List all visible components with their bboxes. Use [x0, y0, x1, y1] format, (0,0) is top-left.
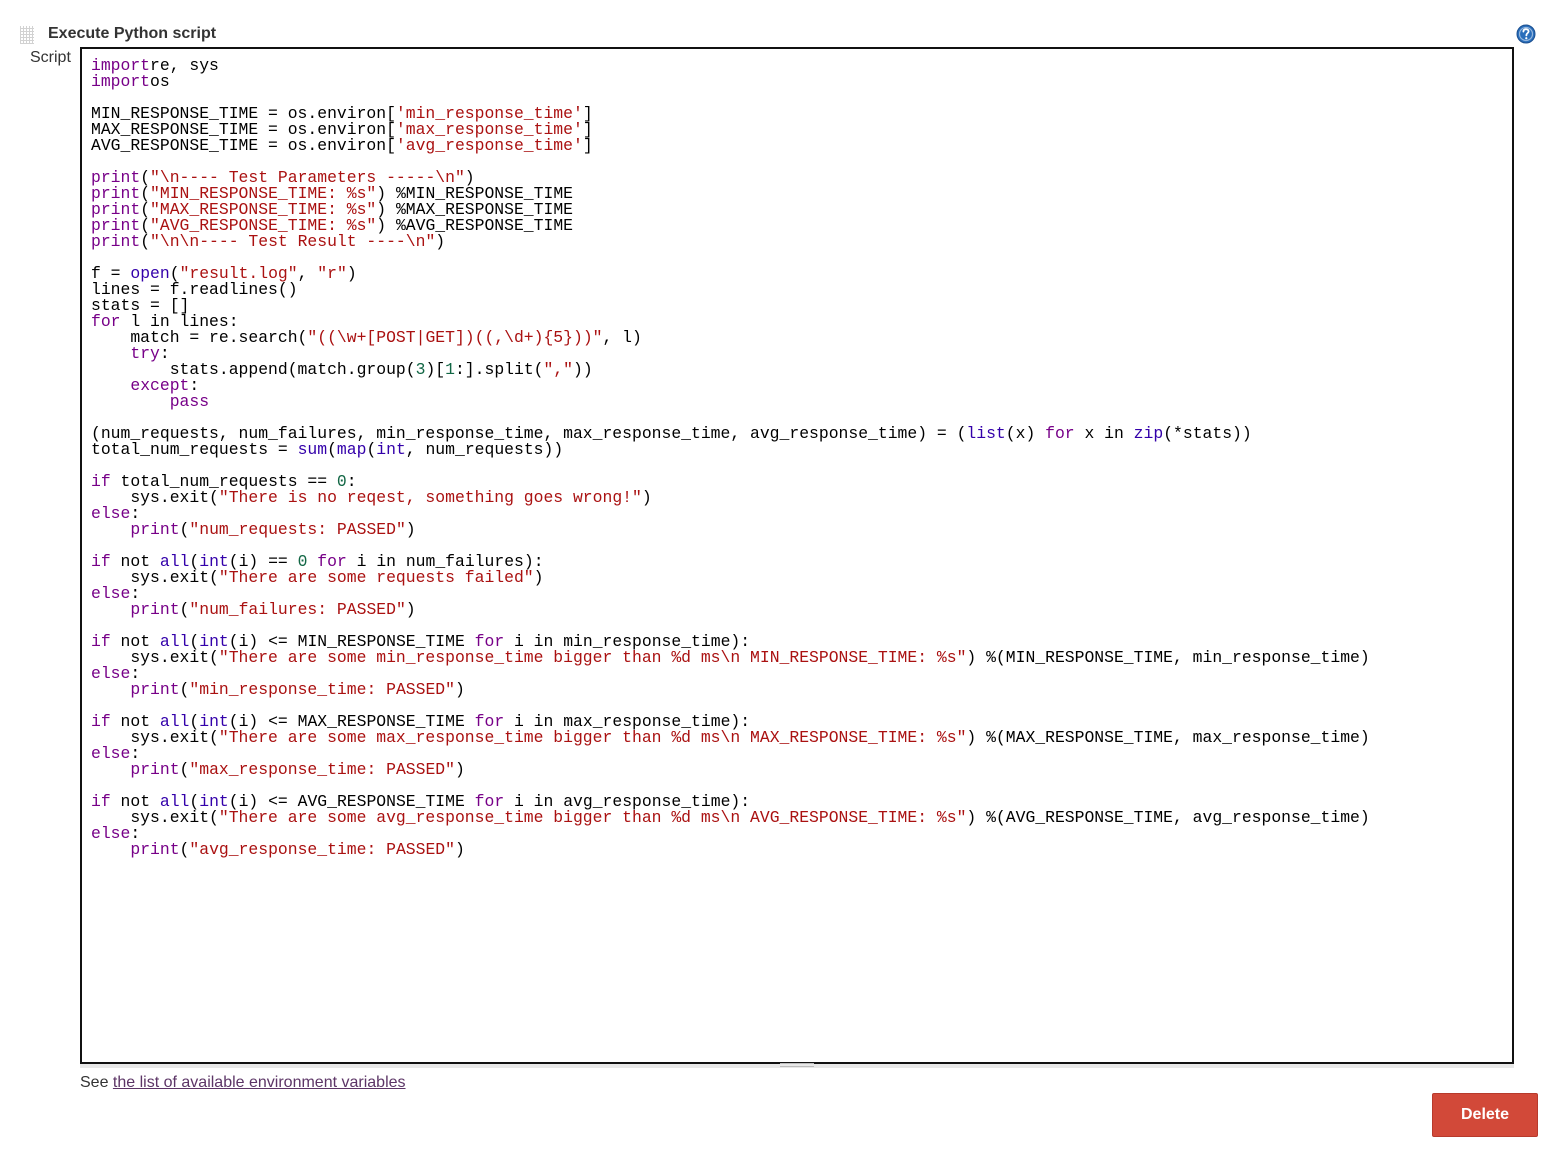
code-line: total_num_requests = sum(map(int, num_re…	[91, 440, 1370, 459]
code-token: "\n\n---- Test Result ----\n"	[150, 232, 436, 251]
env-variables-link[interactable]: the list of available environment variab…	[113, 1074, 406, 1091]
code-token: (	[366, 440, 377, 459]
code-token: )	[435, 232, 446, 251]
code-token: ) %(AVG_RESPONSE_TIME, avg_response_time…	[966, 808, 1370, 827]
code-token: "min_response_time: PASSED"	[189, 680, 455, 699]
code-line: sys.exit("There are some requests failed…	[91, 568, 1370, 587]
env-variables-note: See the list of available environment va…	[80, 1074, 406, 1092]
code-token: (	[140, 232, 151, 251]
code-line: sys.exit("There are some max_response_ti…	[91, 728, 1370, 747]
code-line: print("avg_response_time: PASSED")	[91, 840, 1370, 859]
code-token: (x)	[1005, 424, 1046, 443]
code-token: total_num_requests =	[91, 440, 298, 459]
code-token: )	[405, 520, 416, 539]
code-token: print	[130, 680, 180, 699]
code-token: ))	[573, 360, 593, 379]
code-token: print	[130, 760, 180, 779]
script-code[interactable]: importre, sys importos MIN_RESPONSE_TIME …	[91, 57, 1370, 859]
code-token: "avg_response_time: PASSED"	[189, 840, 455, 859]
code-token: ) %(MAX_RESPONSE_TIME, max_response_time…	[966, 728, 1370, 747]
code-token: 1	[445, 360, 455, 379]
delete-button[interactable]: Delete	[1432, 1093, 1538, 1137]
code-line: print("min_response_time: PASSED")	[91, 680, 1370, 699]
script-label: Script	[30, 49, 71, 66]
code-token: map	[336, 440, 367, 459]
code-token: )	[405, 600, 416, 619]
code-token: , l)	[602, 328, 642, 347]
code-token: (	[179, 760, 190, 779]
code-token: "max_response_time: PASSED"	[189, 760, 455, 779]
code-line: print("\n\n---- Test Result ----\n")	[91, 232, 1370, 251]
code-token: "There are some max_response_time bigger…	[218, 728, 967, 747]
code-token: )	[346, 264, 357, 283]
code-line: importre, sys	[91, 57, 1370, 74]
code-token: "There are some avg_response_time bigger…	[218, 808, 967, 827]
code-token: AVG_RESPONSE_TIME = os.environ[	[91, 136, 396, 155]
build-step-title: Execute Python script	[48, 25, 217, 42]
help-icon[interactable]	[1516, 24, 1536, 44]
code-line: stats = []	[91, 297, 1370, 314]
code-token: , num_requests))	[405, 440, 564, 459]
code-line: pass	[91, 392, 1370, 411]
code-token: ","	[543, 360, 574, 379]
code-token: ,	[297, 264, 318, 283]
code-token: )[	[425, 360, 446, 379]
code-token: )	[454, 760, 465, 779]
code-token: int	[376, 440, 406, 459]
code-token: pass	[169, 392, 210, 411]
code-token: print	[130, 520, 180, 539]
code-token: )	[533, 568, 544, 587]
code-token: :].split(	[454, 360, 544, 379]
resize-handle-icon[interactable]	[780, 1063, 814, 1067]
code-line: print("num_failures: PASSED")	[91, 600, 1370, 619]
code-token: 'avg_response_time'	[395, 136, 583, 155]
code-token: (	[179, 840, 190, 859]
code-line: match = re.search("((\w+[POST|GET])((,\d…	[91, 328, 1370, 347]
env-note-prefix: See	[80, 1074, 113, 1091]
code-line: sys.exit("There are some avg_response_ti…	[91, 808, 1370, 827]
code-token: ) %(MIN_RESPONSE_TIME, min_response_time…	[966, 648, 1370, 667]
code-token: (	[179, 520, 190, 539]
code-line: print("num_requests: PASSED")	[91, 520, 1370, 539]
code-token: os	[150, 72, 170, 91]
code-line: sys.exit("There are some min_response_ti…	[91, 648, 1370, 667]
code-line: lines = f.readlines()	[91, 281, 1370, 298]
code-token: "num_failures: PASSED"	[189, 600, 406, 619]
code-token: (	[179, 680, 190, 699]
code-token: list	[966, 424, 1006, 443]
code-line: sys.exit("There is no reqest, something …	[91, 488, 1370, 507]
script-editor[interactable]: importre, sys importos MIN_RESPONSE_TIME …	[80, 47, 1514, 1064]
code-line: AVG_RESPONSE_TIME = os.environ['avg_resp…	[91, 136, 1370, 155]
code-token: for	[1045, 424, 1075, 443]
code-token: "There is no reqest, something goes wron…	[218, 488, 642, 507]
code-token: )	[641, 488, 652, 507]
code-token: "There are some requests failed"	[218, 568, 534, 587]
code-token: print	[130, 840, 180, 859]
code-token: "r"	[317, 264, 347, 283]
code-line: except:	[91, 377, 1370, 394]
code-line: print("max_response_time: PASSED")	[91, 760, 1370, 779]
code-token: x in	[1074, 424, 1134, 443]
code-token: (	[327, 440, 337, 459]
code-token: "There are some min_response_time bigger…	[218, 648, 967, 667]
code-token: print	[130, 600, 180, 619]
code-line: importos	[91, 72, 1370, 91]
code-line: stats.append(match.group(3)[1:].split(",…	[91, 360, 1370, 379]
code-token: )	[454, 680, 465, 699]
code-token: ]	[582, 136, 593, 155]
code-token: 3	[415, 360, 426, 379]
code-token: "num_requests: PASSED"	[189, 520, 406, 539]
code-token: (*stats))	[1163, 424, 1252, 443]
code-token: )	[454, 840, 465, 859]
code-token: zip	[1133, 424, 1164, 443]
drag-handle-icon[interactable]	[20, 26, 34, 44]
code-token: "((\w+[POST|GET])((,\d+){5}))"	[307, 328, 603, 347]
code-token: (	[179, 600, 190, 619]
code-token: sum	[297, 440, 328, 459]
